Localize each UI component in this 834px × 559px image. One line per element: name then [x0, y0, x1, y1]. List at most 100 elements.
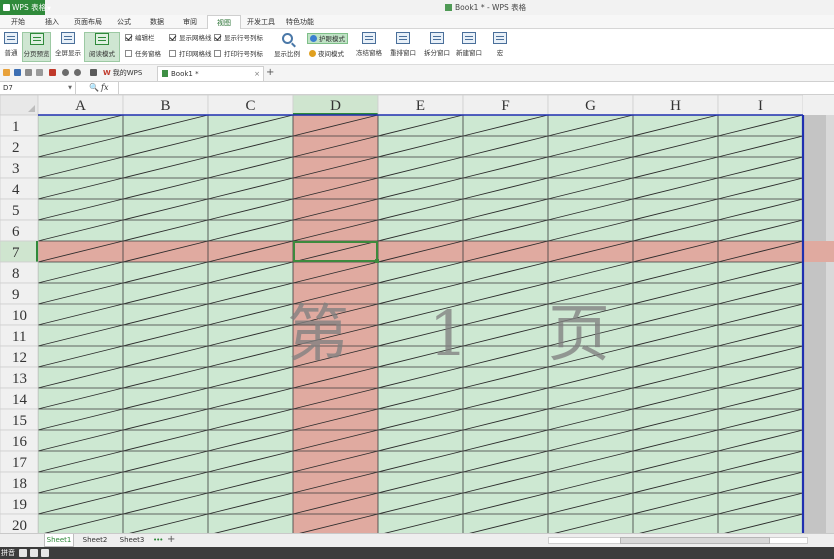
arrange-windows-button[interactable]: 重排窗口 — [386, 32, 420, 62]
row-header-17: 17 — [12, 455, 28, 471]
magnifier-icon — [281, 33, 293, 44]
checkbox-checked-icon — [169, 34, 176, 41]
row-header-2: 2 — [12, 140, 20, 156]
reading-mode-button[interactable]: 阅读模式 — [84, 32, 120, 62]
task-pane-checkbox[interactable]: 任务窗格 — [125, 49, 161, 59]
column-header-C: C — [245, 98, 255, 114]
ribbon-view: 普通 分页预览 全屏显示 阅读模式 编辑栏 任务窗格 显示网格线 打印网格线 显… — [0, 29, 834, 65]
punctuation-icon[interactable] — [30, 549, 38, 557]
print-headings-checkbox[interactable]: 打印行号列标 — [214, 49, 263, 59]
title-bar: WPS 表格▼ Book1 * - WPS 表格 — [0, 0, 834, 15]
new-window-button[interactable]: 新建窗口 — [454, 32, 484, 62]
row-header-5: 5 — [12, 203, 20, 219]
save-icon[interactable] — [14, 69, 21, 76]
column-header-filler — [803, 95, 834, 115]
sheet-tab-3[interactable]: Sheet3 — [117, 534, 147, 547]
new-tab-button[interactable]: + — [266, 66, 274, 80]
new-window-icon — [462, 32, 476, 44]
column-header-B: B — [160, 98, 170, 114]
checkbox-checked-icon — [214, 34, 221, 41]
macro-icon — [493, 32, 507, 44]
row-header-4: 4 — [12, 182, 20, 198]
row-header-14: 14 — [12, 392, 28, 408]
split-window-icon — [430, 32, 444, 44]
row-header-18: 18 — [12, 476, 27, 492]
column-header-G: G — [585, 98, 596, 114]
formula-bar: D7 ▼ 🔍 fx — [0, 82, 834, 95]
show-headings-checkbox[interactable]: 显示行号列标 — [214, 33, 263, 43]
tab-home[interactable]: 开始 — [11, 15, 25, 29]
horizontal-scrollbar-thumb[interactable] — [620, 537, 770, 544]
tab-special-features[interactable]: 特色功能 — [286, 15, 314, 29]
customize-toolbar-icon[interactable] — [90, 69, 97, 76]
close-icon[interactable]: × — [254, 67, 260, 81]
status-bar: 拼音 — [0, 547, 834, 559]
zoom-formula-icon[interactable]: 🔍 — [89, 82, 99, 94]
show-gridlines-checkbox[interactable]: 显示网格线 — [169, 33, 212, 43]
workbook-icon — [162, 70, 168, 77]
tab-my-wps-label: 我的WPS — [112, 69, 143, 77]
checkbox-checked-icon — [125, 34, 132, 41]
keyboard-icon[interactable] — [41, 549, 49, 557]
night-mode-button[interactable]: 夜间模式 — [309, 49, 344, 60]
split-window-button[interactable]: 拆分窗口 — [422, 32, 452, 62]
more-sheets-button[interactable]: ••• — [153, 534, 163, 547]
tab-developer[interactable]: 开发工具 — [247, 15, 275, 29]
new-window-label: 新建窗口 — [456, 49, 482, 57]
normal-view-label: 普通 — [4, 49, 18, 57]
redo-icon[interactable] — [74, 69, 81, 76]
add-sheet-button[interactable]: + — [167, 533, 175, 546]
name-box[interactable]: D7 ▼ — [0, 82, 76, 94]
zoom-button[interactable]: 显示比例 — [272, 32, 302, 62]
task-pane-label: 任务窗格 — [135, 50, 161, 58]
sheet-tab-1[interactable]: Sheet1 — [44, 534, 74, 547]
full-screen-button[interactable]: 全屏显示 — [53, 32, 83, 62]
formula-input[interactable] — [118, 82, 834, 94]
column-header-E: E — [416, 98, 425, 114]
page-break-preview-button[interactable]: 分页预览 — [22, 32, 51, 62]
checkbox-unchecked-icon — [169, 50, 176, 57]
app-menu-button[interactable]: WPS 表格▼ — [0, 0, 51, 15]
tab-book1[interactable]: Book1 * × — [157, 66, 264, 81]
tab-my-wps[interactable]: W 我的WPS — [103, 67, 142, 80]
reading-mode-label: 阅读模式 — [89, 50, 115, 58]
tab-page-layout[interactable]: 页面布局 — [74, 15, 102, 29]
print-gridlines-label: 打印网格线 — [179, 50, 212, 58]
menu-bar: 开始 插入 页面布局 公式 数据 审阅 视图 开发工具 特色功能 — [0, 15, 834, 29]
undo-icon[interactable] — [62, 69, 69, 76]
chevron-down-icon[interactable]: ▼ — [68, 82, 72, 94]
row-header-13: 13 — [12, 371, 27, 387]
tab-insert[interactable]: 插入 — [45, 15, 59, 29]
open-folder-icon[interactable] — [3, 69, 10, 76]
macro-button[interactable]: 宏 — [488, 32, 512, 62]
macro-label: 宏 — [496, 49, 504, 57]
print-preview-icon[interactable] — [36, 69, 43, 76]
freeze-panes-button[interactable]: 冻结窗格 — [354, 32, 384, 62]
sheet-tab-bar: Sheet1 Sheet2 Sheet3 ••• + — [0, 533, 834, 547]
show-gridlines-label: 显示网格线 — [179, 34, 212, 42]
normal-view-button[interactable]: 普通 — [0, 32, 22, 62]
tab-book1-label: Book1 * — [171, 70, 199, 78]
page-break-label: 分页预览 — [23, 50, 50, 58]
row-header-12: 12 — [12, 350, 27, 366]
export-pdf-icon[interactable] — [49, 69, 56, 76]
night-mode-label: 夜间模式 — [318, 50, 344, 58]
tab-view[interactable]: 视图 — [207, 15, 241, 29]
eye-mode-button[interactable]: 护眼模式 — [307, 33, 348, 44]
wps-logo-icon — [3, 4, 10, 11]
print-gridlines-checkbox[interactable]: 打印网格线 — [169, 49, 212, 59]
tab-formulas[interactable]: 公式 — [117, 15, 131, 29]
tab-data[interactable]: 数据 — [150, 15, 164, 29]
edit-bar-checkbox[interactable]: 编辑栏 — [125, 33, 155, 43]
insert-function-icon[interactable]: fx — [101, 82, 108, 94]
freeze-panes-icon — [362, 32, 376, 44]
cell-reference: D7 — [3, 84, 13, 92]
sheet-tab-2[interactable]: Sheet2 — [80, 534, 110, 547]
window-title: Book1 * - WPS 表格 — [445, 0, 526, 15]
spreadsheet-grid[interactable]: A B C D E F G H I1234567891011121314151617181920 — [0, 95, 834, 533]
half-width-icon[interactable] — [19, 549, 27, 557]
checkbox-unchecked-icon — [214, 50, 221, 57]
print-icon[interactable] — [25, 69, 32, 76]
print-headings-label: 打印行号列标 — [224, 50, 263, 58]
tab-review[interactable]: 审阅 — [183, 15, 197, 29]
